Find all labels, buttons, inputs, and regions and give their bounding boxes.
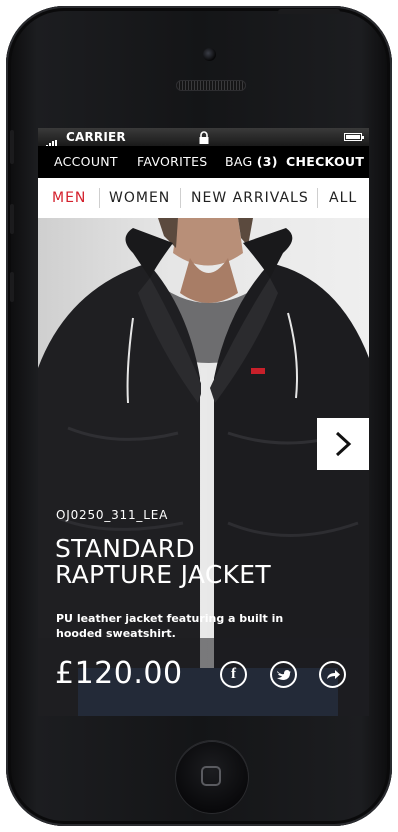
next-product-button[interactable] (317, 418, 369, 470)
category-nav: MEN WOMEN NEW ARRIVALS ALL (38, 178, 369, 218)
product-title-line2: RAPTURE JACKET (55, 560, 271, 589)
category-new-arrivals[interactable]: NEW ARRIVALS (191, 178, 309, 218)
favorites-link[interactable]: FAVORITES (137, 146, 208, 178)
earpiece-speaker (176, 80, 246, 91)
product-title: STANDARD RAPTURE JACKET (55, 536, 315, 588)
account-link[interactable]: ACCOUNT (54, 146, 118, 178)
status-bar: CARRIER (38, 128, 369, 150)
bag-label: BAG (225, 154, 253, 169)
share-button[interactable] (319, 661, 346, 688)
front-camera (203, 48, 216, 61)
volume-up-button (10, 204, 14, 234)
twitter-icon (277, 670, 291, 680)
product-description: PU leather jacket featuring a built in h… (56, 612, 284, 640)
product-price: £120.00 (55, 656, 183, 691)
volume-down-button (10, 272, 14, 302)
screen: CARRIER ACCOUNT FAVORITES BAG (3) CHECKO… (38, 128, 369, 716)
mute-switch (10, 130, 14, 164)
facebook-icon: f (231, 666, 236, 682)
divider (99, 188, 100, 208)
bag-count: (3) (256, 154, 278, 169)
divider (317, 188, 318, 208)
category-women[interactable]: WOMEN (109, 178, 170, 218)
category-men[interactable]: MEN (52, 178, 86, 218)
divider (180, 188, 181, 208)
checkout-link[interactable]: CHECKOUT (286, 146, 364, 178)
power-button (278, 9, 340, 14)
home-button[interactable] (176, 741, 248, 813)
share-icon (327, 670, 340, 679)
facebook-share-button[interactable]: f (220, 661, 247, 688)
chevron-right-icon (335, 431, 352, 457)
product-sku: OJ0250_311_LEA (56, 508, 169, 522)
carrier-label: CARRIER (66, 130, 126, 144)
battery-icon (344, 133, 364, 141)
twitter-share-button[interactable] (270, 661, 297, 688)
account-nav: ACCOUNT FAVORITES BAG (3) CHECKOUT (38, 146, 369, 178)
product-hero[interactable]: OJ0250_311_LEA STANDARD RAPTURE JACKET P… (38, 218, 369, 716)
lock-icon (199, 131, 209, 144)
bag-link[interactable]: BAG (3) (225, 146, 278, 178)
signal-icon (43, 132, 58, 150)
category-all[interactable]: ALL (329, 178, 357, 218)
product-title-line1: STANDARD (55, 534, 195, 563)
